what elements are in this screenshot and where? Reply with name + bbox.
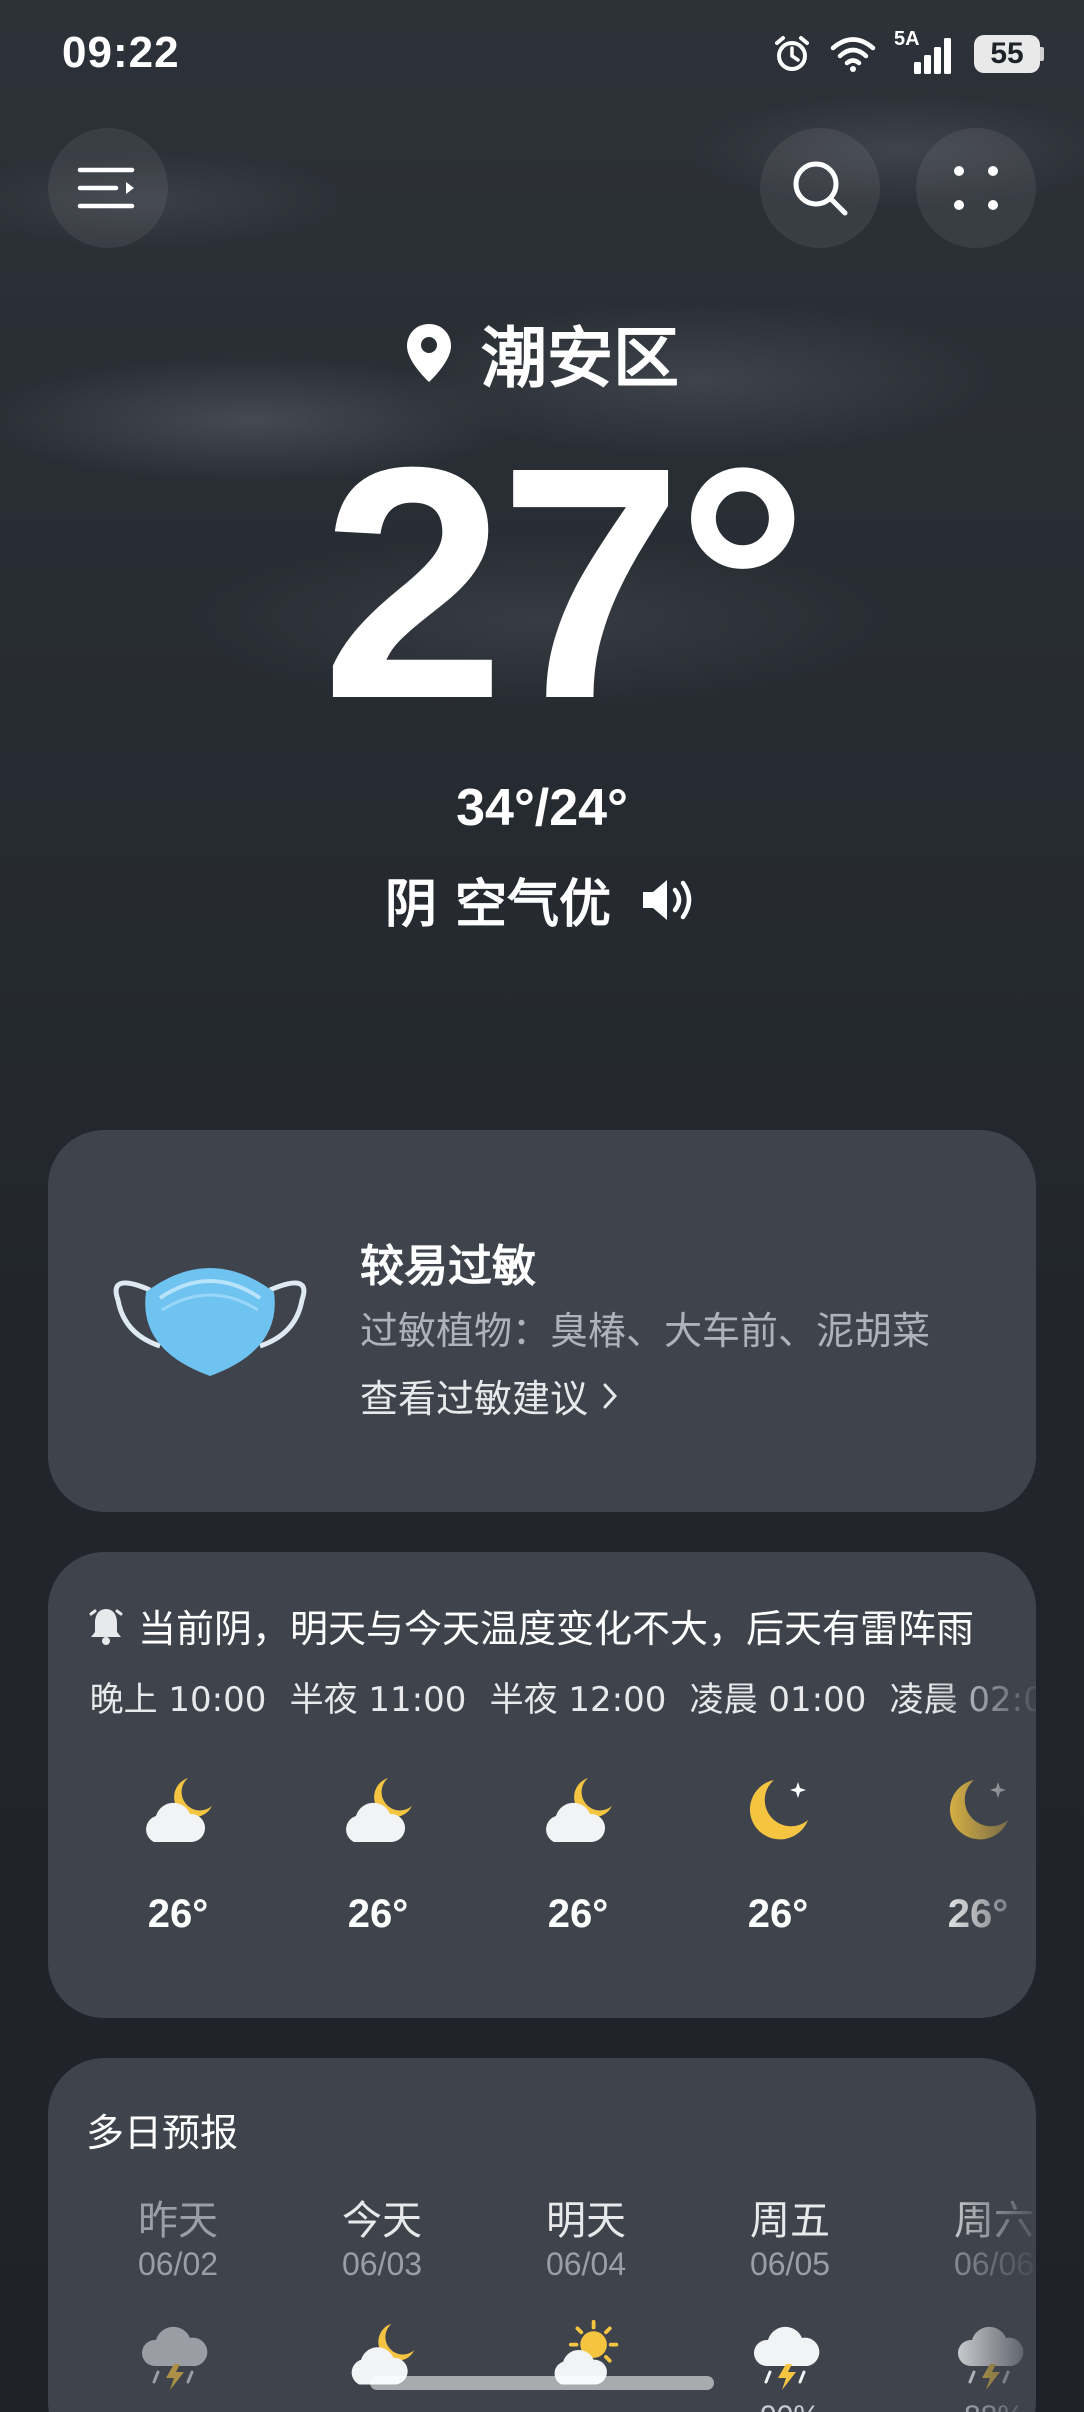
battery-level: 55 (974, 35, 1040, 73)
search-icon (793, 161, 848, 216)
status-time: 09:22 (62, 28, 180, 77)
day-date: 06/02 (137, 2246, 219, 2282)
temperature-range: 34°/24° (456, 779, 628, 837)
hour-item: 凌晨 01:00 26° (678, 1672, 878, 1992)
wifi-icon (830, 37, 876, 72)
location-name: 潮安区 (481, 320, 679, 397)
thunderstorm-icon (753, 2326, 820, 2390)
hour-temp: 26° (747, 1892, 809, 1936)
weather-app-screen: 09:22 5A 55 潮安区 27° 34°/24° 阴 空气优 较易过敏 过… (0, 0, 1084, 2412)
battery-cap (1040, 47, 1044, 61)
hour-time: 半夜 12:00 (489, 1680, 667, 1720)
hourly-forecast-card[interactable]: 当前阴，明天与今天温度变化不大，后天有雷阵雨 晚上 10:00 26° 半夜 1… (48, 1552, 1036, 2018)
hourly-strip[interactable]: 晚上 10:00 26° 半夜 11:00 26° 半夜 12:00 26° 凌… (78, 1672, 1036, 1992)
day-date: 06/03 (341, 2246, 423, 2282)
menu-button[interactable] (48, 128, 168, 248)
hour-time: 凌晨 02:00 (889, 1680, 1036, 1720)
alarm-icon (775, 36, 809, 71)
moon-cloud-icon (146, 1778, 212, 1842)
cellular-signal: 5A (894, 28, 956, 76)
hour-time: 凌晨 01:00 (689, 1680, 867, 1720)
allergy-advice-link[interactable]: 查看过敏建议 (360, 1368, 618, 1423)
hour-temp: 26° (547, 1892, 609, 1936)
day-date: 06/04 (545, 2246, 627, 2282)
cellular-signal-icon (914, 38, 951, 74)
clear-night-icon (749, 1780, 808, 1840)
allergy-plants: 过敏植物：臭椿、大车前、泥胡菜 (360, 1309, 931, 1353)
weather-summary-text: 当前阴，明天与今天温度变化不大，后天有雷阵雨 (138, 1607, 975, 1651)
day-name: 今天 (342, 2198, 422, 2244)
day-name: 周五 (750, 2198, 830, 2244)
search-button[interactable] (760, 128, 880, 248)
day-precip: 88% (894, 2400, 1036, 2412)
speaker-icon[interactable] (639, 876, 699, 924)
day-name: 昨天 (138, 2198, 218, 2244)
status-bar: 09:22 5A 55 (0, 0, 1084, 110)
day-name: 周六 (954, 2198, 1034, 2244)
moon-cloud-icon (546, 1778, 612, 1842)
day-date: 06/05 (749, 2246, 831, 2282)
day-date: 06/06 (953, 2246, 1035, 2282)
battery-icon: 55 (974, 35, 1044, 73)
allergy-title: 较易过敏 (360, 1241, 536, 1292)
day-precip: 90% (690, 2400, 890, 2412)
thunderstorm-icon (957, 2326, 1024, 2390)
bell-icon (89, 1608, 123, 1645)
allergy-advice-label: 查看过敏建议 (360, 1377, 589, 1421)
hour-item: 半夜 11:00 26° (278, 1672, 478, 1992)
hour-item: 凌晨 02:00 26° (878, 1672, 1036, 1992)
status-icons: 5A 55 (772, 28, 1044, 78)
hour-item: 晚上 10:00 26° (78, 1672, 278, 1992)
hour-time: 半夜 11:00 (289, 1680, 467, 1720)
daily-forecast-title: 多日预报 (86, 2111, 239, 2155)
weather-condition: 阴 空气优 (384, 875, 612, 935)
allergy-card[interactable]: 较易过敏 过敏植物：臭椿、大车前、泥胡菜 查看过敏建议 (48, 1130, 1036, 1512)
hour-temp: 26° (347, 1892, 409, 1936)
hour-item: 半夜 12:00 26° (478, 1672, 678, 1992)
chevron-right-icon (603, 1383, 618, 1408)
clear-night-icon (949, 1780, 1008, 1840)
current-temperature: 27° (321, 398, 808, 767)
mask-icon (110, 1250, 310, 1394)
location-header[interactable]: 潮安区 (0, 305, 1084, 401)
menu-icon (77, 167, 135, 209)
day-name: 明天 (546, 2198, 626, 2244)
moon-cloud-icon (346, 1778, 412, 1842)
more-grid-icon (954, 166, 998, 210)
weather-condition-row: 阴 空气优 (0, 862, 1084, 937)
more-button[interactable] (916, 128, 1036, 248)
weather-summary: 当前阴，明天与今天温度变化不大，后天有雷阵雨 (88, 1598, 1008, 1653)
daily-forecast-card[interactable]: 多日预报 昨天 06/02 今天 06/03 明天 06/04 周五 06/05… (48, 2058, 1036, 2412)
hour-temp: 26° (147, 1892, 209, 1936)
thunderstorm-icon (141, 2326, 208, 2390)
hour-temp: 26° (947, 1892, 1009, 1936)
hour-time: 晚上 10:00 (89, 1680, 267, 1720)
location-pin-icon (407, 324, 451, 382)
home-indicator[interactable] (370, 2376, 714, 2390)
